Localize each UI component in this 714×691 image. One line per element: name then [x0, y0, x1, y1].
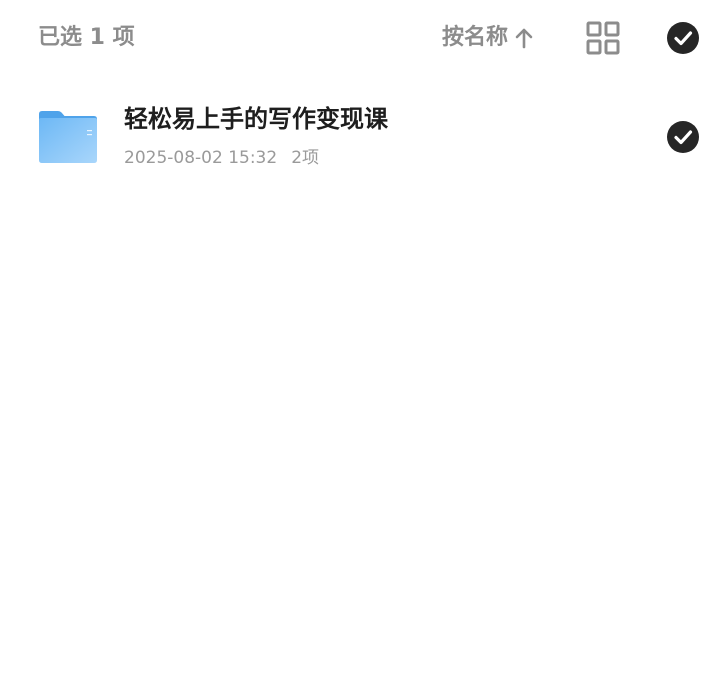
selected-count-label: 已选 1 项: [38, 25, 135, 50]
select-all-check-icon[interactable]: [666, 21, 700, 55]
arrow-up-icon: [515, 28, 533, 49]
list-item[interactable]: 轻松易上手的写作变现课 2025-08-02 15:32 2项: [0, 78, 714, 196]
grid-view-icon[interactable]: [585, 20, 621, 56]
item-date: 2025-08-02 15:32: [124, 148, 278, 168]
item-selected-check-icon[interactable]: [666, 120, 700, 154]
file-list: 轻松易上手的写作变现课 2025-08-02 15:32 2项: [0, 78, 714, 196]
folder-icon: [39, 111, 97, 163]
selection-header: 已选 1 项 按名称: [0, 0, 714, 78]
sort-by-name-button[interactable]: 按名称: [442, 22, 534, 54]
item-meta: 2025-08-02 15:32 2项: [124, 146, 319, 170]
item-count: 2项: [291, 148, 320, 168]
item-name: 轻松易上手的写作变现课: [124, 105, 388, 133]
sort-label: 按名称: [442, 25, 509, 50]
